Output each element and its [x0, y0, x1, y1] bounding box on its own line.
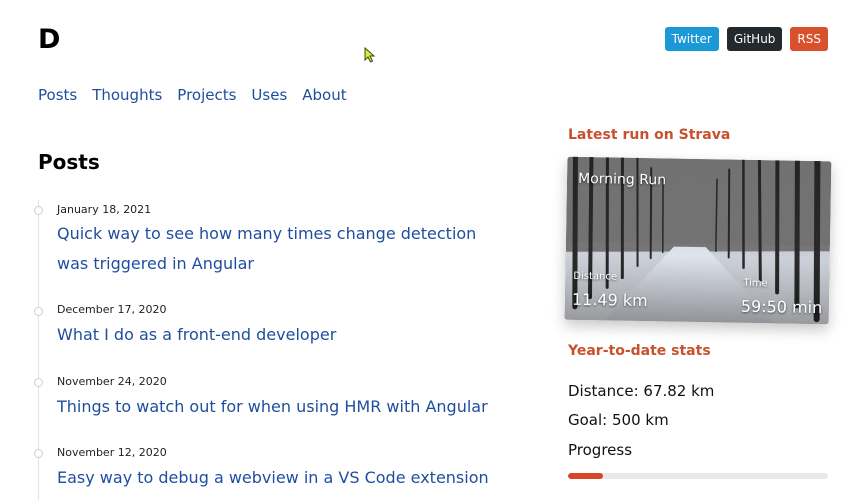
nav-thoughts[interactable]: Thoughts [92, 86, 162, 104]
progress-bar [568, 473, 828, 479]
mouse-pointer-icon [364, 46, 376, 67]
github-button[interactable]: GitHub [726, 27, 783, 51]
main-nav: Posts Thoughts Projects Uses About [38, 86, 347, 104]
timeline-dot [34, 378, 43, 387]
progress-fill [568, 473, 604, 479]
post-title-link[interactable]: Things to watch out for when using HMR w… [57, 392, 512, 422]
post-date: January 18, 2021 [57, 203, 152, 216]
timeline-dot [34, 307, 43, 316]
twitter-button[interactable]: Twitter [664, 27, 719, 51]
timeline-dot [34, 449, 43, 458]
post-title-link[interactable]: What I do as a front-end developer [57, 320, 512, 350]
post-date: November 12, 2020 [57, 446, 167, 459]
ytd-goal: Goal: 500 km [568, 411, 669, 429]
run-name: Morning Run [577, 170, 667, 189]
time-label: Time [743, 277, 768, 290]
ytd-distance: Distance: 67.82 km [568, 382, 715, 400]
nav-about[interactable]: About [302, 86, 346, 104]
social-links: Twitter GitHub RSS [664, 27, 828, 51]
distance-value: 11.49 km [571, 289, 648, 311]
strava-run-card[interactable]: Morning Run Distance 11.49 km Time 59:50… [564, 156, 832, 325]
nav-projects[interactable]: Projects [177, 86, 236, 104]
strava-heading: Latest run on Strava [568, 127, 731, 143]
post-title-link[interactable]: Easy way to debug a webview in a VS Code… [57, 463, 512, 493]
site-logo[interactable]: D [38, 24, 60, 55]
time-value: 59:50 min [740, 296, 823, 318]
progress-label: Progress [568, 441, 633, 459]
ytd-heading: Year-to-date stats [568, 343, 711, 359]
nav-uses[interactable]: Uses [251, 86, 287, 104]
timeline-dot [34, 206, 43, 215]
post-title-link[interactable]: Quick way to see how many times change d… [57, 219, 512, 279]
rss-button[interactable]: RSS [790, 27, 828, 51]
post-date: December 17, 2020 [57, 303, 167, 316]
post-date: November 24, 2020 [57, 375, 167, 388]
posts-heading: Posts [38, 150, 100, 174]
nav-posts[interactable]: Posts [38, 86, 77, 104]
distance-label: Distance [573, 270, 618, 283]
